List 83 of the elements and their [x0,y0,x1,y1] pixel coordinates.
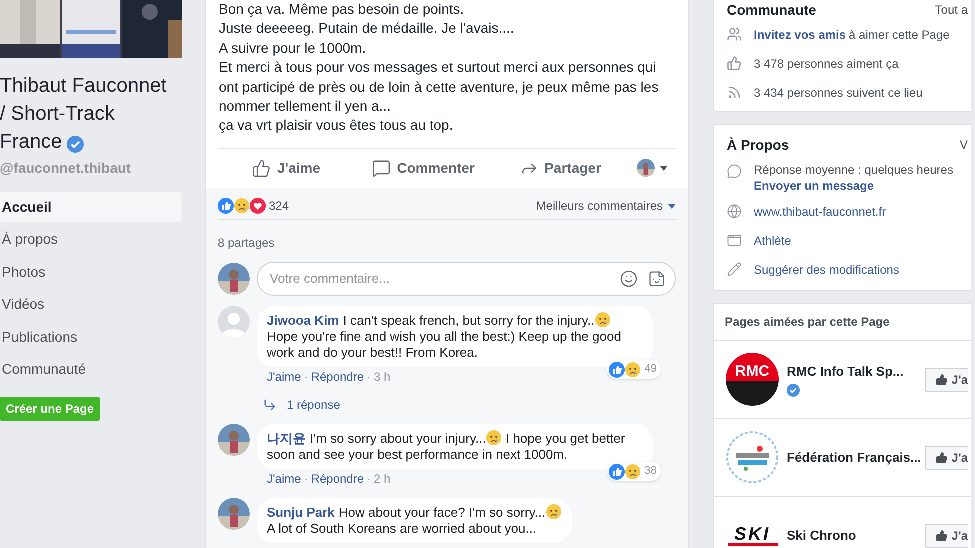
comment-text: Sunju Park How about your face? I'm so sorry... A lot of South Koreans are worried about you... [267,504,562,537]
nav-item[interactable]: Accueil [0,192,181,222]
nav-item[interactable]: Publications [0,322,181,352]
messenger-icon [727,164,742,179]
like-page-button[interactable]: J'a [924,524,968,548]
people-icon [727,27,742,42]
post-text: Bon ça va. Même pas besoin de points. [219,0,466,19]
nav-item[interactable]: Communauté [0,354,181,384]
community-text: 3 434 personnes suivent ce lieu [754,84,923,102]
page-name: Thibaut Fauconnet / Short-Track France [0,75,167,153]
thumbs-up-icon [727,56,742,71]
separator: · [367,368,372,386]
caret-icon [660,166,668,171]
comment-button[interactable]: Commenter [355,158,492,179]
like-page-button[interactable]: J'a [924,446,968,470]
thumbs-up-icon [936,374,948,386]
about-link[interactable]: Suggérer des modifications [754,262,900,278]
author-link[interactable]: Jiwooa Kim [267,312,340,328]
caret-icon [668,204,676,209]
separator: · [304,470,308,488]
author-link[interactable]: 나지윤 [267,430,306,446]
separator: · [304,368,308,386]
about-link[interactable]: www.thibaut-fauconnet.fr [754,204,886,220]
reply-link[interactable]: Répondre [311,470,364,488]
comment-field[interactable]: Votre commentaire... [257,262,676,296]
rss-icon [727,85,742,100]
invite-link[interactable]: Invitez vos amis [754,28,846,42]
community-text: 3 478 personnes aiment ça [754,56,899,72]
page-link[interactable]: RMC Info Talk Sp... [787,362,917,382]
shares-link[interactable]: 8 partages [218,234,676,252]
avatar[interactable] [637,159,655,178]
about-text: Réponse moyenne : quelques heures [754,162,954,178]
nav-item[interactable]: Photos [0,257,181,287]
card-title: À Propos [727,136,790,155]
like-link[interactable]: J'aime [267,470,302,488]
like-reaction-icon [608,464,625,480]
like-page-button[interactable]: J'a [924,368,968,392]
avatar[interactable] [218,262,250,295]
sad-face-icon [624,362,641,378]
nav-item[interactable]: À propos [0,224,181,254]
globe-icon [727,204,742,219]
page-link[interactable]: Ski Chrono [787,526,917,546]
thumbs-up-icon [936,530,948,542]
replies-link[interactable]: 1 réponse [263,396,653,414]
comment-time: 3 h [374,368,391,386]
nav-item[interactable]: Vidéos [0,290,181,320]
see-all-link[interactable]: V [960,136,968,154]
like-button[interactable]: J'aime [218,158,355,179]
comment-time: 2 h [374,470,391,488]
share-button[interactable]: Partager [492,158,629,179]
comment-text: 나지윤 I'm so sorry about your injury... I hope you get better soon and see your best performance in next 1000m. [267,430,626,463]
reaction-count[interactable]: 324 [269,197,290,216]
thumbs-up-icon [252,158,272,178]
sad-face-icon [624,464,641,480]
sort-dropdown[interactable]: Meilleurs commentaires [536,197,676,216]
like-reaction-icon [608,362,625,378]
avatar[interactable] [218,498,250,530]
community-text: Invitez vos amis à aimer cette Page [754,26,950,44]
window-icon [727,233,742,248]
card-title: Pages aimées par cette Page [725,314,890,331]
speech-bubble-icon [372,158,392,178]
thumbs-up-icon [936,452,948,464]
ski-logo: SKI [726,525,779,546]
see-all-link[interactable]: Tout a [935,1,968,19]
reply-link[interactable]: Répondre [311,368,364,386]
like-link[interactable]: J'aime [267,368,302,386]
post-text: A suivre pour le 1000m. [219,38,368,58]
sticker-icon[interactable] [648,270,666,288]
page-handle: @fauconnet.thibaut [0,159,132,178]
separator: · [367,470,372,488]
about-link[interactable]: Envoyer un message [754,178,954,194]
emoji-icon[interactable] [620,270,638,288]
author-link[interactable]: Sunju Park [267,504,335,520]
post-text: Juste deeeeeg. Putain de médaille. Je l'avais.... [219,19,516,38]
avatar[interactable] [218,424,250,456]
comment-text: Jiwooa Kim I can't speak french, but sorry for the injury.. Hope you're fine and wish you all the best:) Keep up the good work and do your best!! From Korea. [267,312,622,361]
reply-arrow-icon [263,398,277,412]
post-text: Et merci à tous pour vos messages et surtout merci aux personnes qui ont participé de près ou de loin à cette aventure, je peux même pas les nommer tellement il yen a... [219,58,660,116]
rmc-logo: RMC [726,353,779,406]
pencil-icon [727,262,742,277]
card-title: Communaute [727,1,816,20]
about-link[interactable]: Athlète [754,232,792,248]
post-text: ça va vrt plaisir vous êtes tous au top. [219,116,454,136]
